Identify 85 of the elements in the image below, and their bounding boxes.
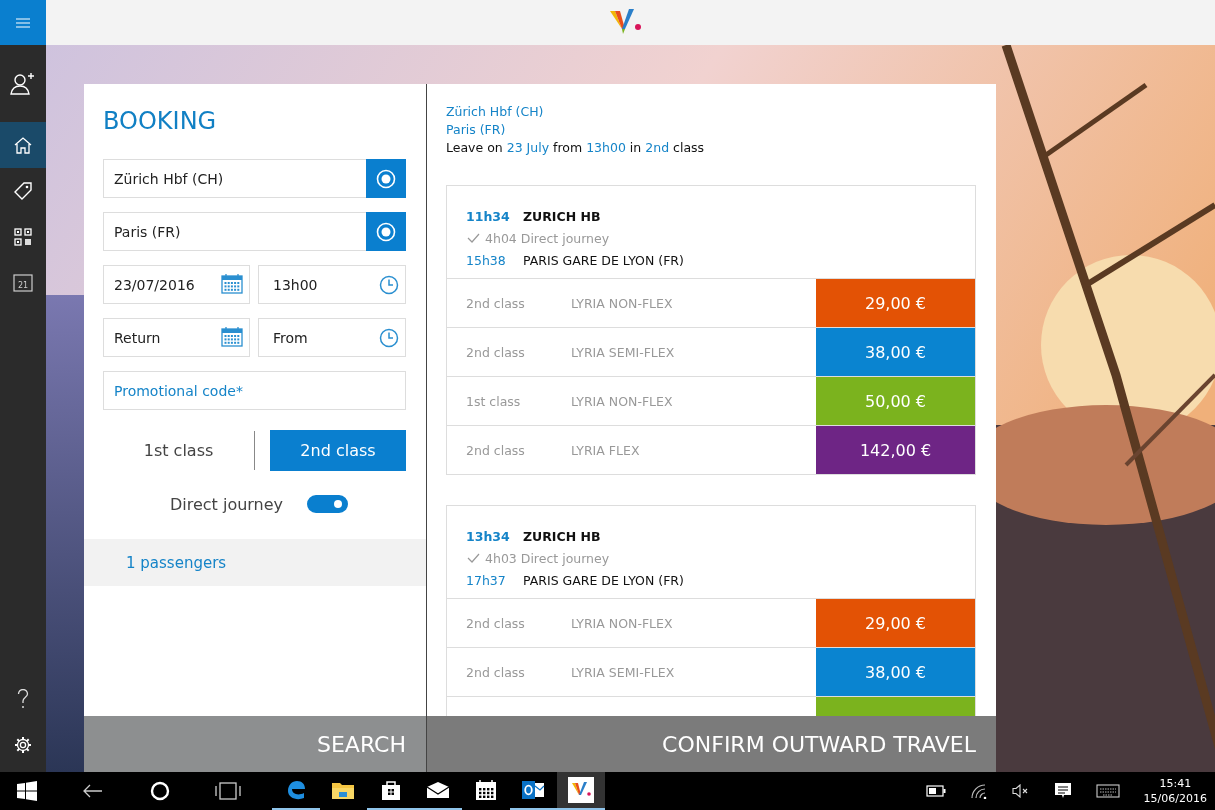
volume-muted-icon — [1011, 784, 1030, 798]
journey-duration: 4h04 Direct journey — [485, 230, 610, 246]
calendar-icon — [474, 779, 497, 801]
departure-station: ZURICH HB — [523, 528, 601, 544]
help-icon — [17, 689, 29, 709]
target-icon — [376, 168, 396, 189]
clock-date: 15/06/2016 — [1143, 791, 1207, 806]
clock-icon — [379, 328, 399, 348]
destination-field[interactable]: Paris (FR) — [103, 212, 366, 251]
clock-time: 15:41 — [1159, 776, 1192, 791]
time-field[interactable]: 13h00 — [258, 265, 406, 304]
fare-class: 2nd class — [466, 344, 525, 360]
arrival-station: PARIS GARE DE LYON (FR) — [523, 572, 684, 588]
booking-title: BOOKING — [103, 106, 218, 137]
fare-name: LYRIA NON-FLEX — [571, 393, 673, 409]
target-icon — [376, 221, 396, 242]
back-arrow-icon — [82, 784, 102, 798]
task-view-icon — [215, 782, 241, 800]
departure-time: 13h34 — [466, 528, 511, 544]
direct-journey-toggle[interactable] — [307, 495, 349, 513]
battery-icon — [925, 785, 946, 797]
shopping-bag-icon — [379, 779, 402, 801]
nav-item[interactable] — [0, 122, 46, 168]
price-button[interactable]: 38,00 € — [816, 648, 975, 696]
class-option[interactable]: 2nd class — [270, 430, 406, 471]
calendar-icon — [221, 274, 243, 294]
clock-icon — [379, 275, 399, 295]
confirm-button[interactable]: CONFIRM OUTWARD TRAVEL — [427, 716, 996, 772]
departure-time: 11h34 — [466, 208, 511, 224]
class-option[interactable]: 1st class — [103, 430, 254, 471]
passengers-row[interactable]: 1 passengers — [84, 539, 426, 586]
fare-name: LYRIA SEMI-FLEX — [571, 344, 675, 360]
check-icon — [467, 553, 480, 563]
calendar-icon — [221, 327, 243, 347]
taskbar-app[interactable] — [557, 772, 605, 810]
wifi-icon — [969, 783, 988, 799]
arrival-time: 15h38 — [466, 252, 507, 268]
add-user-icon — [10, 72, 36, 96]
arrival-station: PARIS GARE DE LYON (FR) — [523, 252, 684, 268]
fare-class: 2nd class — [466, 664, 525, 680]
circle-icon — [150, 781, 170, 801]
outlook-icon — [521, 779, 546, 801]
date-field[interactable]: Return — [103, 318, 250, 357]
fare-class: 2nd class — [466, 442, 525, 458]
locate-button[interactable] — [366, 159, 406, 198]
origin-field[interactable]: Zürich Hbf (CH) — [103, 159, 366, 198]
tag-icon — [14, 182, 32, 200]
origin-link[interactable]: Zürich Hbf (CH) — [446, 103, 976, 121]
price-button[interactable]: 142,00 € — [816, 426, 975, 474]
arrival-time: 17h37 — [466, 572, 507, 588]
price-button[interactable]: 38,00 € — [816, 328, 975, 376]
fare-name: LYRIA FLEX — [571, 442, 640, 458]
direct-journey-label: Direct journey — [169, 494, 284, 514]
calendar-icon: 21 — [13, 274, 33, 292]
app-logo-icon — [567, 777, 594, 803]
search-button[interactable]: SEARCH — [84, 716, 426, 772]
locate-button[interactable] — [366, 212, 406, 251]
keyboard-icon — [1095, 784, 1120, 798]
price-button[interactable]: 50,00 € — [816, 377, 975, 425]
qr-code-icon — [14, 228, 32, 246]
passengers-count: 1 passengers — [126, 553, 227, 572]
windows-icon — [17, 781, 37, 801]
fare-name: LYRIA NON-FLEX — [571, 295, 673, 311]
settings-icon — [14, 736, 32, 754]
home-icon — [14, 136, 32, 154]
departure-station: ZURICH HB — [523, 208, 601, 224]
folder-icon — [331, 780, 356, 800]
price-button[interactable]: 29,00 € — [816, 599, 975, 647]
trip-summary: Leave on 23 July from 13h00 in 2nd class — [446, 139, 706, 157]
fare-class: 2nd class — [466, 615, 525, 631]
time-field[interactable]: From — [258, 318, 406, 357]
fare-name: LYRIA SEMI-FLEX — [571, 664, 675, 680]
destination-link[interactable]: Paris (FR) — [446, 121, 976, 139]
menu-icon — [16, 17, 30, 28]
date-field[interactable]: 23/07/2016 — [103, 265, 250, 304]
price-button[interactable]: 29,00 € — [816, 279, 975, 327]
fare-class: 2nd class — [466, 295, 525, 311]
fare-class: 1st class — [466, 393, 521, 409]
journey-duration: 4h03 Direct journey — [485, 550, 610, 566]
nav-item[interactable]: 21 — [0, 260, 46, 306]
fare-name: LYRIA NON-FLEX — [571, 615, 673, 631]
notification-icon — [1053, 782, 1072, 800]
mail-icon — [426, 781, 451, 799]
promo-code-field[interactable]: Promotional code* — [103, 371, 406, 410]
check-icon — [467, 233, 480, 243]
